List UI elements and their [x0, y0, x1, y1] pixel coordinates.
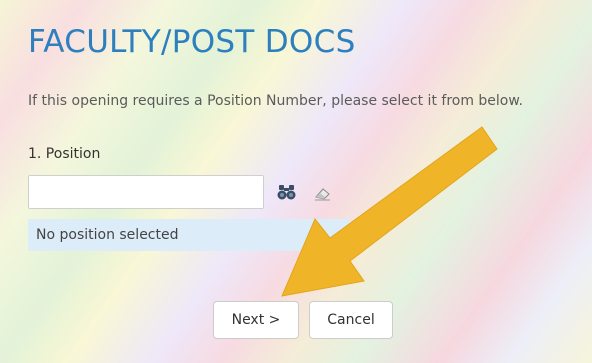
position-search-button[interactable]	[276, 183, 298, 203]
cancel-button[interactable]: Cancel	[309, 301, 393, 339]
position-clear-button[interactable]	[312, 183, 334, 203]
page-title: FACULTY/POST DOCS	[28, 24, 356, 60]
instruction-text: If this opening requires a Position Numb…	[28, 93, 523, 109]
position-selection-status: No position selected	[28, 219, 350, 251]
binoculars-icon	[277, 185, 296, 200]
next-button[interactable]: Next >	[213, 301, 299, 339]
position-label: 1. Position	[28, 146, 101, 162]
eraser-icon	[315, 188, 330, 201]
position-input[interactable]	[28, 175, 264, 209]
